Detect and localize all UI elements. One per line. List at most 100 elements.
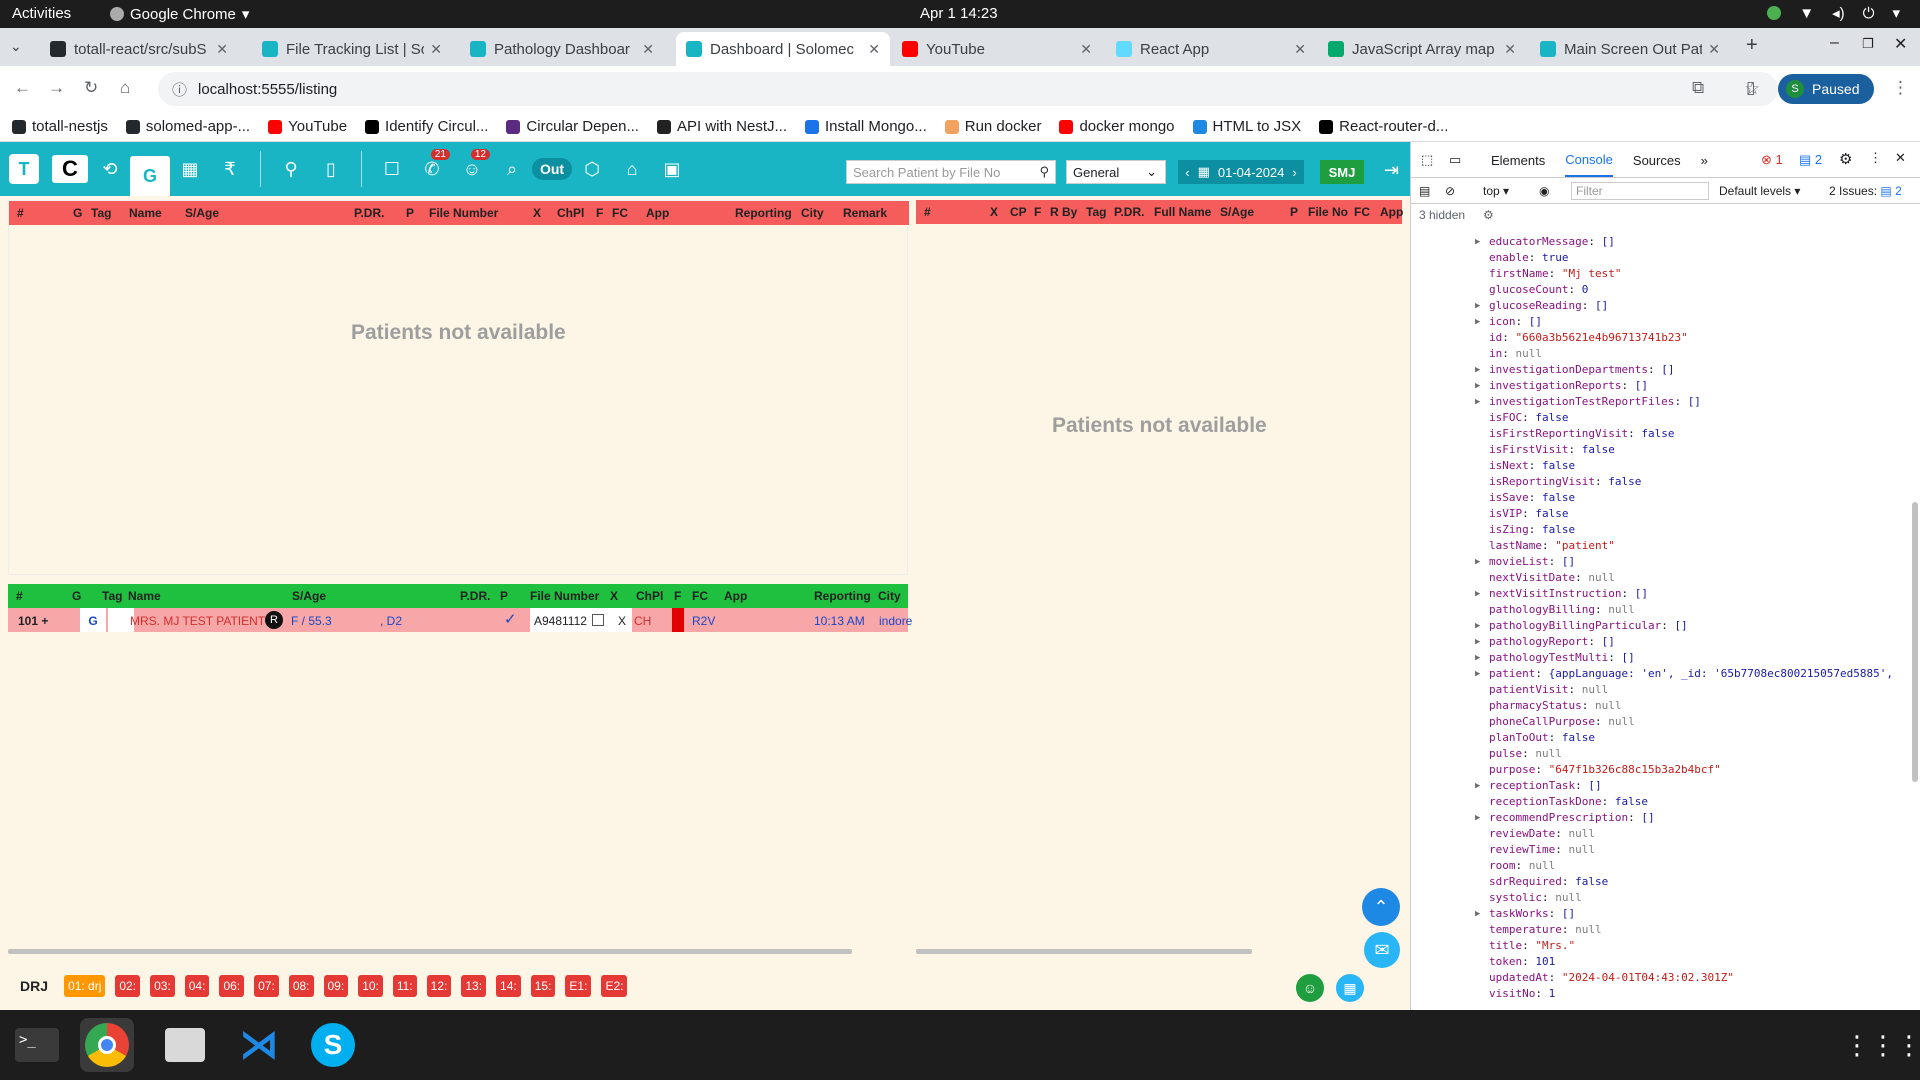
console-property[interactable]: id: "660a3b5621e4b96713741b23" [1471, 330, 1910, 346]
expand-arrow-icon[interactable]: ▶ [1475, 778, 1480, 794]
console-property[interactable]: firstName: "Mj test" [1471, 266, 1910, 282]
console-property[interactable]: ▶ pathologyBillingParticular: [] [1471, 618, 1910, 634]
expand-arrow-icon[interactable]: ▶ [1475, 362, 1480, 378]
bookmark-item[interactable]: totall-nestjs [12, 118, 108, 135]
column-header[interactable]: Name [128, 589, 161, 603]
console-property[interactable]: pulse: null [1471, 746, 1910, 762]
tab[interactable]: YouTube ✕ [892, 32, 1102, 66]
console-property[interactable]: in: null [1471, 346, 1910, 362]
bookmark-item[interactable]: React-router-d... [1319, 118, 1448, 135]
clock[interactable]: Apr 1 14:23 [920, 5, 998, 22]
expand-arrow-icon[interactable]: ▶ [1475, 666, 1480, 682]
column-header[interactable]: App [724, 589, 747, 603]
close-window-button[interactable]: ✕ [1894, 34, 1907, 54]
reload-icon[interactable]: ↻ [84, 78, 98, 98]
app-menu[interactable]: Google Chrome ▾ [110, 5, 249, 23]
skype-icon[interactable]: S [306, 1018, 360, 1072]
chrome-dock-icon[interactable] [80, 1018, 134, 1072]
close-tab-icon[interactable]: ✕ [1080, 41, 1092, 58]
horizontal-scrollbar[interactable] [8, 949, 852, 954]
bookmark-item[interactable]: solomed-app-... [125, 118, 250, 135]
console-property[interactable]: isFirstVisit: false [1471, 442, 1910, 458]
doctor-chip[interactable]: 01: drj [64, 975, 106, 997]
back-icon[interactable]: ← [14, 78, 31, 98]
context-select[interactable]: top ▾ [1483, 184, 1509, 198]
settings-icon[interactable]: ⚙ [1483, 208, 1494, 222]
column-header[interactable]: R By [1050, 205, 1077, 219]
column-header[interactable]: City [801, 206, 824, 220]
scroll-top-button[interactable]: ⌃ [1362, 888, 1400, 926]
bookmark-item[interactable]: Run docker [944, 118, 1041, 135]
column-header[interactable]: X [610, 589, 618, 603]
horizontal-scrollbar[interactable] [916, 949, 1252, 954]
calendar-icon[interactable]: ▦ [170, 151, 210, 187]
system-tray[interactable]: ▼ ◂) ⏻ ▾ [1767, 4, 1900, 22]
column-header[interactable]: Tag [91, 206, 111, 220]
calendar-fab-icon[interactable]: ▦ [1336, 974, 1364, 1002]
rupee-icon[interactable]: ₹ [210, 151, 250, 187]
console-property[interactable]: ▶ patient: {appLanguage: 'en', _id: '65b7… [1471, 666, 1910, 682]
console-property[interactable]: lastName: "patient" [1471, 538, 1910, 554]
close-tab-icon[interactable]: ✕ [430, 41, 442, 58]
sidepanel-icon[interactable]: ▯ [1746, 78, 1755, 98]
console-property[interactable]: isReportingVisit: false [1471, 474, 1910, 490]
column-header[interactable]: F [1034, 205, 1041, 219]
console-property[interactable]: pathologyBilling: null [1471, 602, 1910, 618]
home-icon[interactable]: ⌂ [120, 78, 130, 98]
console-property[interactable]: isFirstReportingVisit: false [1471, 426, 1910, 442]
column-header[interactable]: Tag [102, 589, 122, 603]
console-property[interactable]: isNext: false [1471, 458, 1910, 474]
column-header[interactable]: App [1380, 205, 1403, 219]
logo-icon[interactable]: T [4, 151, 44, 187]
column-header[interactable]: S/Age [1220, 205, 1254, 219]
doctor-chip[interactable]: 15: [530, 975, 556, 997]
console-property[interactable]: isZing: false [1471, 522, 1910, 538]
console-property[interactable]: pharmacyStatus: null [1471, 698, 1910, 714]
expand-arrow-icon[interactable]: ▶ [1475, 906, 1480, 922]
address-bar[interactable]: ⓘ localhost:5555/listing ☆ [158, 72, 1778, 106]
column-header[interactable]: FC [692, 589, 708, 603]
console-property[interactable]: title: "Mrs." [1471, 938, 1910, 954]
check-icon[interactable]: ✓ [504, 610, 517, 628]
x-cell[interactable]: X [612, 608, 633, 632]
inspect-icon[interactable]: ⬚ [1421, 152, 1433, 168]
expand-arrow-icon[interactable]: ▶ [1475, 618, 1480, 634]
console-property[interactable]: ▶ movieList: [] [1471, 554, 1910, 570]
close-tab-icon[interactable]: ✕ [1294, 41, 1306, 58]
expand-arrow-icon[interactable]: ▶ [1475, 634, 1480, 650]
refresh-icon[interactable]: C [50, 151, 90, 187]
column-header[interactable]: # [16, 589, 23, 603]
expand-arrow-icon[interactable]: ▶ [1475, 554, 1480, 570]
column-header[interactable]: G [73, 206, 82, 220]
file-number[interactable]: A9481112 [530, 608, 618, 632]
close-tab-icon[interactable]: ✕ [1504, 41, 1516, 58]
column-header[interactable]: ChPl [636, 589, 663, 603]
column-header[interactable]: P.DR. [354, 206, 384, 220]
close-tab-icon[interactable]: ✕ [642, 41, 654, 58]
expand-arrow-icon[interactable]: ▶ [1475, 298, 1480, 314]
console-property[interactable]: systolic: null [1471, 890, 1910, 906]
doctor-chip[interactable]: 13: [461, 975, 487, 997]
console-property[interactable]: patientVisit: null [1471, 682, 1910, 698]
column-header[interactable]: Reporting [735, 206, 792, 220]
settings-icon[interactable]: ⚙ [1839, 150, 1852, 168]
console-property[interactable]: visitNo: 1 [1471, 986, 1910, 1002]
close-tab-icon[interactable]: ✕ [868, 41, 880, 58]
kebab-icon[interactable]: ⋮ [1869, 150, 1882, 166]
forward-icon[interactable]: → [48, 78, 65, 98]
doctor-chip[interactable]: 08: [288, 975, 314, 997]
user-search-icon[interactable]: ⚲ [271, 151, 311, 187]
doctor-chip[interactable]: E2: [601, 975, 628, 997]
sidebar-toggle-icon[interactable]: ▤ [1419, 184, 1430, 198]
chrome-menu-icon[interactable]: ⋮ [1892, 78, 1909, 98]
issues-button[interactable]: 2 Issues: ▤ 2 [1829, 184, 1902, 198]
tab[interactable]: Main Screen Out Pat ✕ [1530, 32, 1730, 66]
doctor-chip[interactable]: 02: [115, 975, 141, 997]
tab-sources[interactable]: Sources [1633, 153, 1681, 176]
minimize-button[interactable]: – [1830, 34, 1839, 52]
expand-arrow-icon[interactable]: ▶ [1475, 378, 1480, 394]
bookmark-item[interactable]: Circular Depen... [506, 118, 639, 135]
expand-arrow-icon[interactable]: ▶ [1475, 810, 1480, 826]
app-grid-icon[interactable]: ⋮⋮⋮ [1844, 1018, 1920, 1072]
bookmark-item[interactable]: API with NestJ... [656, 118, 787, 135]
